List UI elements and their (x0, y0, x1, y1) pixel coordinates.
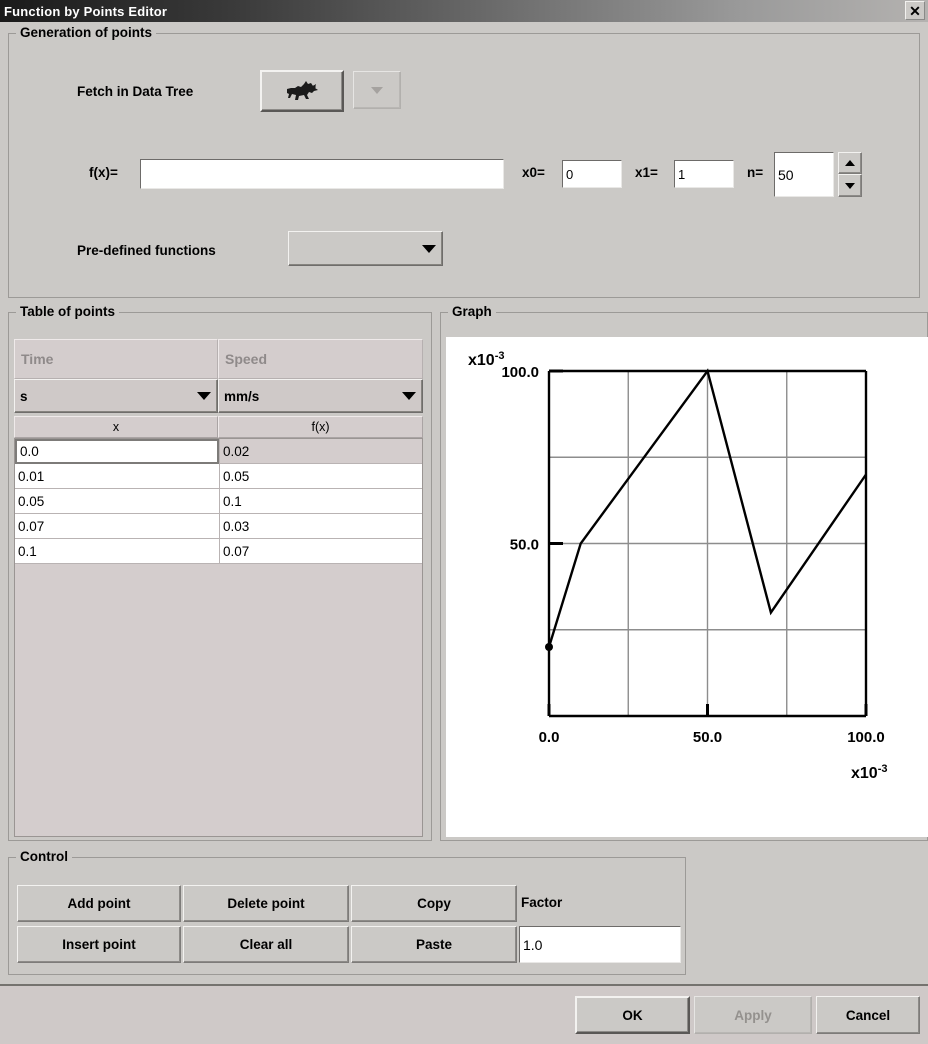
column-name-time: Time (14, 339, 218, 379)
table-row[interactable]: 0.070.03 (15, 514, 422, 539)
generation-legend: Generation of points (16, 25, 156, 40)
x1-label: x1= (635, 165, 658, 180)
table-of-points-group: Table of points Time Speed s mm/s x f(x)… (8, 312, 432, 841)
chevron-down-icon (422, 245, 436, 253)
n-spinner-up-button[interactable] (838, 152, 862, 174)
function-plot: 50.0100.00.050.0100.0x10-3x10-3 (446, 337, 928, 837)
table-row[interactable]: 0.10.07 (15, 539, 422, 564)
n-label: n= (747, 165, 763, 180)
svg-text:100.0: 100.0 (501, 364, 539, 381)
predefined-functions-label: Pre-defined functions (77, 243, 216, 258)
generation-of-points-group: Generation of points Fetch in Data Tree … (8, 33, 920, 298)
arrow-down-icon (845, 183, 855, 189)
copy-button[interactable]: Copy (351, 885, 517, 922)
graph-legend: Graph (448, 304, 496, 319)
fetch-label: Fetch in Data Tree (77, 84, 193, 99)
cell-x[interactable]: 0.0 (15, 439, 219, 464)
table-of-points-legend: Table of points (16, 304, 119, 319)
cancel-button[interactable]: Cancel (816, 996, 920, 1034)
n-input[interactable]: 50 (774, 152, 834, 197)
svg-text:50.0: 50.0 (510, 537, 539, 554)
arrow-up-icon (845, 160, 855, 166)
svg-text:x10-3: x10-3 (851, 763, 887, 782)
window-title: Function by Points Editor (0, 4, 167, 19)
apply-button[interactable]: Apply (694, 996, 812, 1034)
cell-x[interactable]: 0.07 (15, 514, 219, 539)
table-row[interactable]: 0.00.02 (15, 439, 422, 464)
insert-point-button[interactable]: Insert point (17, 926, 181, 963)
unit-select-time[interactable]: s (14, 379, 218, 413)
control-legend: Control (16, 849, 72, 864)
window-titlebar: Function by Points Editor ✕ (0, 0, 928, 22)
unit-value-speed: mm/s (224, 389, 259, 404)
graph-plot-area[interactable]: 50.0100.00.050.0100.0x10-3x10-3 (446, 337, 928, 837)
x0-input[interactable]: 0 (562, 160, 622, 188)
column-name-speed: Speed (218, 339, 423, 379)
close-icon[interactable]: ✕ (905, 1, 925, 20)
delete-point-button[interactable]: Delete point (183, 885, 349, 922)
fx-label: f(x)= (89, 165, 118, 180)
factor-input[interactable]: 1.0 (519, 926, 681, 963)
points-grid[interactable]: 0.00.020.010.050.050.10.070.030.10.07 (14, 438, 423, 837)
add-point-button[interactable]: Add point (17, 885, 181, 922)
x0-label: x0= (522, 165, 545, 180)
chevron-down-icon (371, 87, 383, 94)
table-row[interactable]: 0.010.05 (15, 464, 422, 489)
cell-x[interactable]: 0.1 (15, 539, 219, 564)
footer-bar: OK Apply Cancel (0, 984, 928, 1044)
ok-button[interactable]: OK (575, 996, 690, 1034)
chevron-down-icon (402, 392, 416, 400)
cell-fx[interactable]: 0.1 (219, 489, 422, 514)
cell-x[interactable]: 0.01 (15, 464, 219, 489)
cell-fx[interactable]: 0.07 (219, 539, 422, 564)
fetch-in-data-tree-button[interactable] (260, 70, 344, 112)
grid-header-x[interactable]: x (14, 416, 218, 438)
factor-label: Factor (521, 895, 562, 910)
svg-text:100.0: 100.0 (847, 729, 885, 746)
clear-all-button[interactable]: Clear all (183, 926, 349, 963)
n-spinner-down-button[interactable] (838, 174, 862, 197)
cell-fx[interactable]: 0.02 (219, 439, 422, 464)
unit-select-speed[interactable]: mm/s (218, 379, 423, 413)
unit-value-time: s (20, 389, 28, 404)
paste-button[interactable]: Paste (351, 926, 517, 963)
cell-fx[interactable]: 0.03 (219, 514, 422, 539)
svg-text:50.0: 50.0 (693, 729, 722, 746)
svg-text:x10-3: x10-3 (468, 350, 504, 369)
chevron-down-icon (197, 392, 211, 400)
fx-input[interactable] (140, 159, 504, 189)
fetch-dropdown-button[interactable] (353, 71, 401, 109)
fetch-dog-icon (285, 80, 319, 102)
cell-x[interactable]: 0.05 (15, 489, 219, 514)
cell-fx[interactable]: 0.05 (219, 464, 422, 489)
predefined-functions-select[interactable] (288, 231, 443, 266)
n-spinner[interactable] (838, 152, 862, 197)
grid-header-fx[interactable]: f(x) (218, 416, 423, 438)
control-group: Control Add point Delete point Copy Inse… (8, 857, 686, 975)
x1-input[interactable]: 1 (674, 160, 734, 188)
table-row[interactable]: 0.050.1 (15, 489, 422, 514)
svg-text:0.0: 0.0 (539, 729, 560, 746)
graph-group: Graph 50.0100.00.050.0100.0x10-3x10-3 (440, 312, 928, 841)
